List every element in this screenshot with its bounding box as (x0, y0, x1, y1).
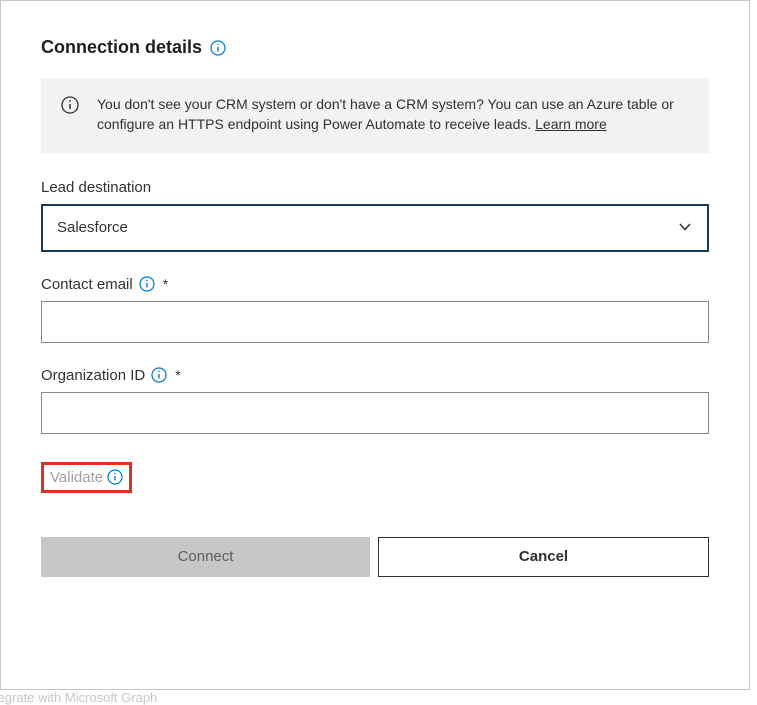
chevron-down-icon (677, 218, 693, 237)
background-text: tegrate with Microsoft Graph (0, 690, 157, 705)
info-icon[interactable] (107, 469, 123, 485)
heading-row: Connection details (41, 37, 709, 58)
panel-heading: Connection details (41, 37, 202, 58)
organization-id-label: Organization ID (41, 367, 145, 384)
contact-email-field: Contact email * (41, 276, 709, 343)
connect-button[interactable]: Connect (41, 537, 370, 577)
notice-text: You don't see your CRM system or don't h… (97, 94, 689, 135)
info-icon[interactable] (210, 40, 226, 56)
contact-email-input[interactable] (41, 301, 709, 343)
required-indicator: * (175, 367, 180, 383)
organization-id-input[interactable] (41, 392, 709, 434)
validate-highlight: Validate (41, 462, 132, 493)
lead-destination-value: Salesforce (57, 219, 128, 236)
info-icon[interactable] (139, 276, 155, 292)
contact-email-label: Contact email (41, 276, 133, 293)
field-label-row: Organization ID * (41, 367, 709, 384)
validate-link[interactable]: Validate (50, 469, 103, 486)
cancel-button[interactable]: Cancel (378, 537, 709, 577)
lead-destination-field: Lead destination Salesforce (41, 179, 709, 252)
learn-more-link[interactable]: Learn more (535, 116, 607, 132)
connection-details-panel: Connection details You don't see your CR… (0, 0, 750, 690)
info-notice: You don't see your CRM system or don't h… (41, 78, 709, 153)
field-label-row: Lead destination (41, 179, 709, 196)
organization-id-field: Organization ID * (41, 367, 709, 434)
button-row: Connect Cancel (41, 537, 709, 577)
info-icon[interactable] (151, 367, 167, 383)
info-icon (61, 96, 79, 114)
lead-destination-select[interactable]: Salesforce (41, 204, 709, 252)
field-label-row: Contact email * (41, 276, 709, 293)
lead-destination-label: Lead destination (41, 179, 151, 196)
required-indicator: * (163, 276, 168, 292)
